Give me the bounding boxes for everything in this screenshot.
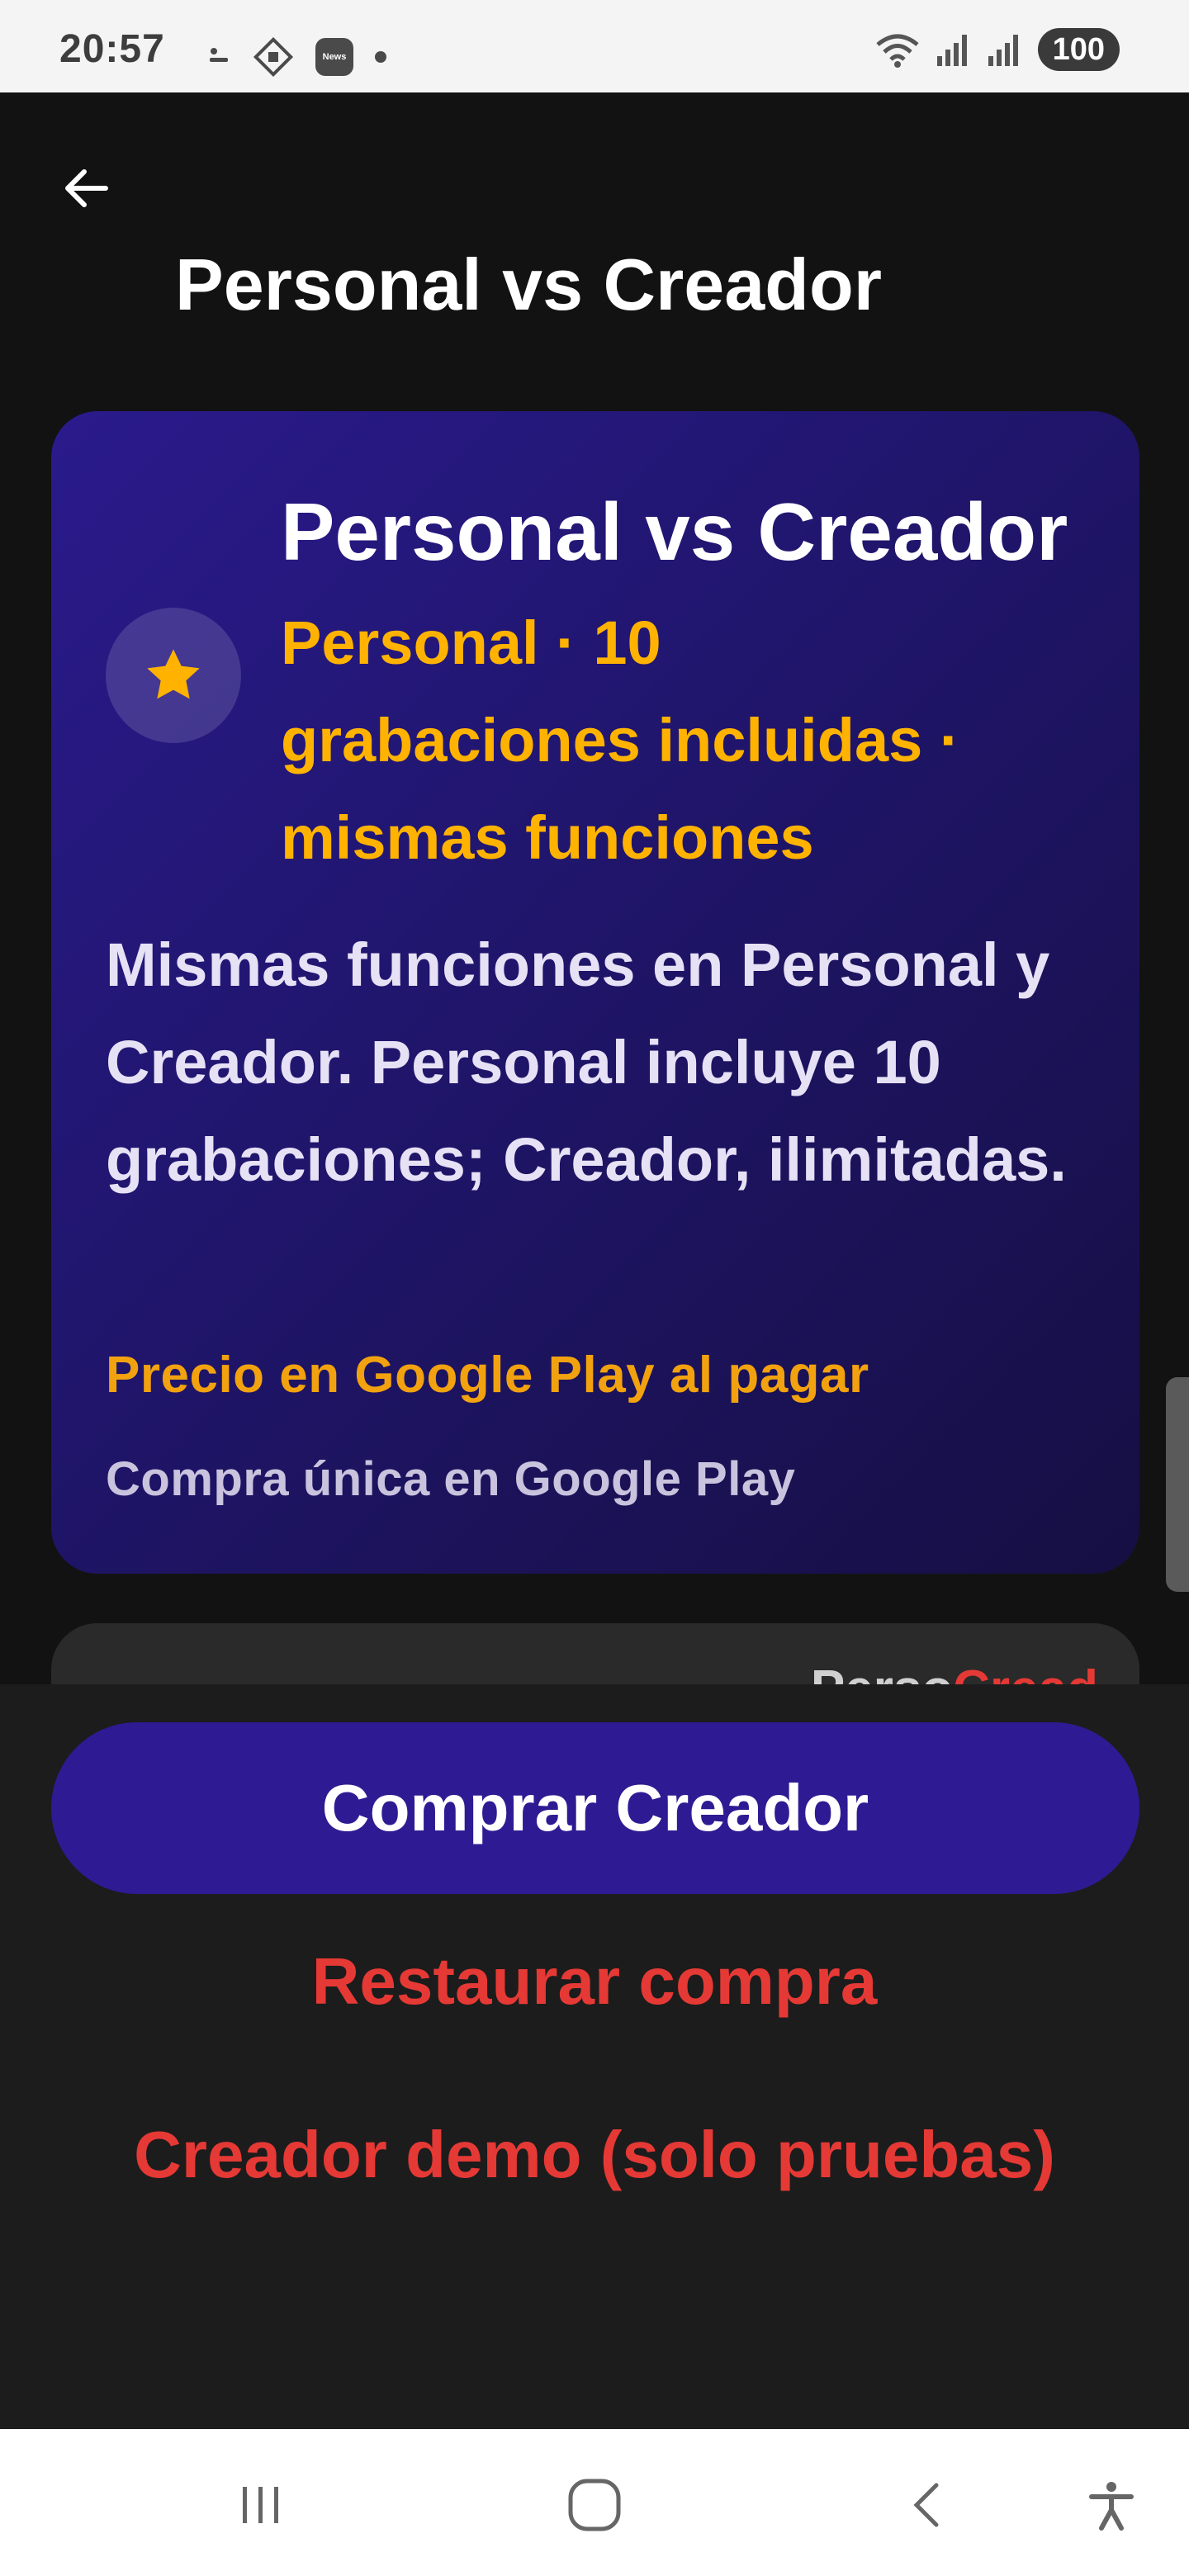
plan-summary-card: Personal vs Creador Personal · 10 grabac… xyxy=(51,411,1139,1574)
demo-creador-button[interactable]: Creador demo (solo pruebas) xyxy=(0,2114,1189,2196)
nav-back-button[interactable] xyxy=(888,2465,968,2545)
accessibility-button[interactable] xyxy=(1072,2465,1151,2545)
accessibility-icon xyxy=(1089,2482,1134,2531)
star-icon xyxy=(147,649,200,699)
card-title: Personal vs Creador xyxy=(281,486,1068,577)
home-icon xyxy=(568,2479,621,2531)
status-time: 20:57 xyxy=(59,27,165,71)
buy-creador-button[interactable]: Comprar Creador xyxy=(51,1722,1139,1894)
page-title: Personal vs Creador xyxy=(175,244,882,325)
restore-purchase-button[interactable]: Restaurar compra xyxy=(0,1940,1189,2023)
dot-icon xyxy=(375,51,386,63)
system-icons: 100 xyxy=(874,28,1120,71)
arrow-left-icon xyxy=(65,169,108,207)
card-subtitle: Personal · 10 grabaciones incluidas · mi… xyxy=(281,608,960,872)
wifi-icon xyxy=(875,34,919,68)
back-icon xyxy=(913,2483,939,2527)
status-bar: 20:57 News 100 xyxy=(0,0,1189,92)
signal-icon xyxy=(988,35,1018,66)
scrollbar[interactable] xyxy=(1166,1377,1189,1592)
price-note: Precio en Google Play al pagar xyxy=(106,1347,869,1404)
card-description: Mismas funciones en Personal y Creador. … xyxy=(106,930,1067,1194)
battery-icon: 100 xyxy=(1037,28,1120,71)
puzzle-icon xyxy=(253,36,294,78)
back-button[interactable] xyxy=(46,149,126,228)
signal-icon xyxy=(936,35,967,66)
action-panel: Comprar Creador Restaurar compra Creador… xyxy=(0,1684,1189,2429)
recents-button[interactable] xyxy=(221,2465,301,2545)
purchase-type: Compra única en Google Play xyxy=(106,1452,796,1506)
news-icon: News xyxy=(315,38,353,76)
star-badge xyxy=(106,608,241,743)
notification-icons: News xyxy=(206,36,386,78)
dash-icon xyxy=(210,48,228,62)
system-nav-bar xyxy=(0,2429,1189,2576)
recents-icon xyxy=(243,2487,278,2523)
home-button[interactable] xyxy=(555,2465,634,2545)
